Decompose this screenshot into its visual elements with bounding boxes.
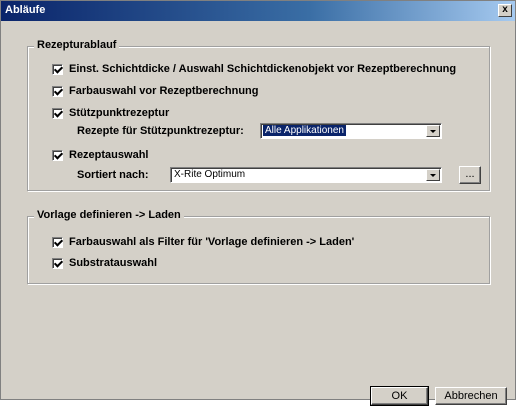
vorlage-group-title: Vorlage definieren -> Laden	[34, 209, 184, 221]
checkbox-row-farbfilter[interactable]: Farbauswahl als Filter für 'Vorlage defi…	[52, 236, 354, 248]
checkbox-rezeptauswahl[interactable]	[52, 149, 63, 161]
checkbox-stuetzpunktrezeptur[interactable]	[52, 107, 63, 119]
checkbox-farbauswahl[interactable]	[52, 85, 63, 97]
checkbox-label-substratauswahl: Substratauswahl	[69, 257, 158, 269]
stuetzpunkt-rezepte-select[interactable]: Alle Applikationen	[260, 123, 442, 139]
window-title: Abläufe	[5, 4, 46, 16]
chevron-down-icon[interactable]	[426, 169, 440, 181]
checkbox-label-farbauswahl: Farbauswahl vor Rezeptberechnung	[69, 85, 259, 97]
abläufe-dialog: Abläufe x Rezepturablauf Einst. Schichtd…	[0, 0, 516, 406]
checkbox-farbauswahl-filter[interactable]	[52, 236, 63, 248]
chevron-down-icon[interactable]	[426, 125, 440, 137]
ok-button[interactable]: OK	[370, 386, 429, 406]
checkbox-row-farbauswahl[interactable]: Farbauswahl vor Rezeptberechnung	[52, 85, 258, 97]
checkbox-substratauswahl[interactable]	[52, 257, 63, 269]
stuetzpunkt-rezepte-label: Rezepte für Stützpunktrezeptur:	[77, 125, 244, 137]
close-icon: x	[502, 4, 508, 15]
checkbox-label-stuetzpunktrezeptur: Stützpunktrezeptur	[69, 107, 170, 119]
checkbox-row-stuetzpunkt[interactable]: Stützpunktrezeptur	[52, 107, 169, 119]
checkbox-row-rezeptauswahl[interactable]: Rezeptauswahl	[52, 149, 148, 161]
cancel-button[interactable]: Abbrechen	[435, 387, 507, 405]
checkbox-label-farbauswahl-filter: Farbauswahl als Filter für 'Vorlage defi…	[69, 236, 355, 248]
checkbox-row-schichtdicke[interactable]: Einst. Schichtdicke / Auswahl Schichtdic…	[52, 63, 456, 75]
vorlage-group: Vorlage definieren -> Laden	[27, 209, 490, 284]
browse-button-label: ...	[465, 168, 475, 180]
title-bar[interactable]: Abläufe x	[1, 1, 515, 21]
sortiert-nach-label: Sortiert nach:	[77, 169, 149, 181]
sortiert-nach-value: X-Rite Optimum	[174, 169, 246, 180]
browse-button[interactable]: ...	[459, 166, 481, 184]
checkbox-schichtdicke[interactable]	[52, 63, 63, 75]
ok-button-label: OK	[391, 390, 408, 402]
cancel-button-label: Abbrechen	[444, 390, 498, 402]
checkbox-label-rezeptauswahl: Rezeptauswahl	[69, 149, 149, 161]
stuetzpunkt-rezepte-value: Alle Applikationen	[263, 125, 346, 136]
rezepturablauf-group-title: Rezepturablauf	[34, 39, 120, 51]
checkbox-row-substrat[interactable]: Substratauswahl	[52, 257, 157, 269]
sortiert-nach-select[interactable]: X-Rite Optimum	[170, 167, 442, 183]
close-button[interactable]: x	[498, 4, 512, 17]
checkbox-label-schichtdicke: Einst. Schichtdicke / Auswahl Schichtdic…	[69, 63, 457, 75]
